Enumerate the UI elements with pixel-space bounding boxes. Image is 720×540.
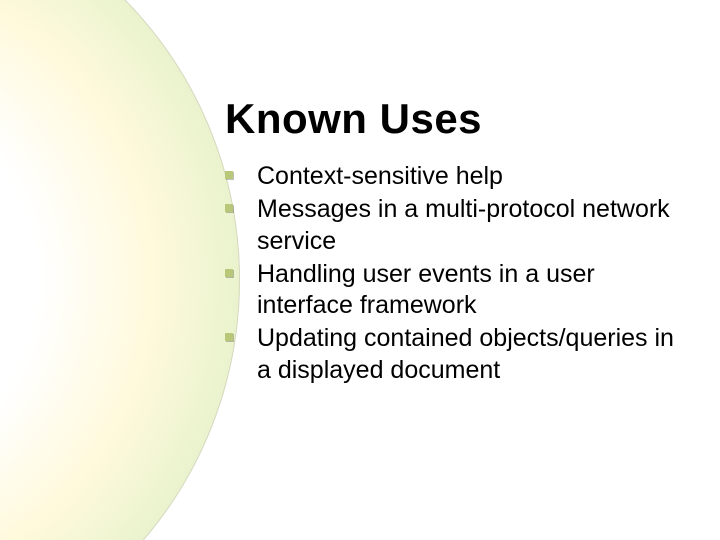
square-bullet-icon	[225, 333, 233, 341]
list-item-text: Context-sensitive help	[257, 162, 503, 190]
slide-title: Known Uses	[225, 95, 685, 143]
list-item: Context-sensitive help	[225, 161, 685, 192]
content-area: Known Uses Context-sensitive help Messag…	[225, 95, 685, 388]
list-item-text: Updating contained objects/queries in a …	[257, 324, 674, 383]
list-item-text: Messages in a multi-protocol network ser…	[257, 195, 670, 254]
slide: Known Uses Context-sensitive help Messag…	[0, 0, 720, 540]
list-item-text: Handling user events in a user interface…	[257, 260, 595, 319]
bullet-list: Context-sensitive help Messages in a mul…	[225, 161, 685, 386]
background-arc-border	[0, 0, 240, 540]
list-item: Messages in a multi-protocol network ser…	[225, 194, 685, 257]
list-item: Updating contained objects/queries in a …	[225, 323, 685, 386]
square-bullet-icon	[225, 269, 233, 277]
square-bullet-icon	[225, 204, 233, 212]
square-bullet-icon	[225, 171, 233, 179]
list-item: Handling user events in a user interface…	[225, 259, 685, 322]
